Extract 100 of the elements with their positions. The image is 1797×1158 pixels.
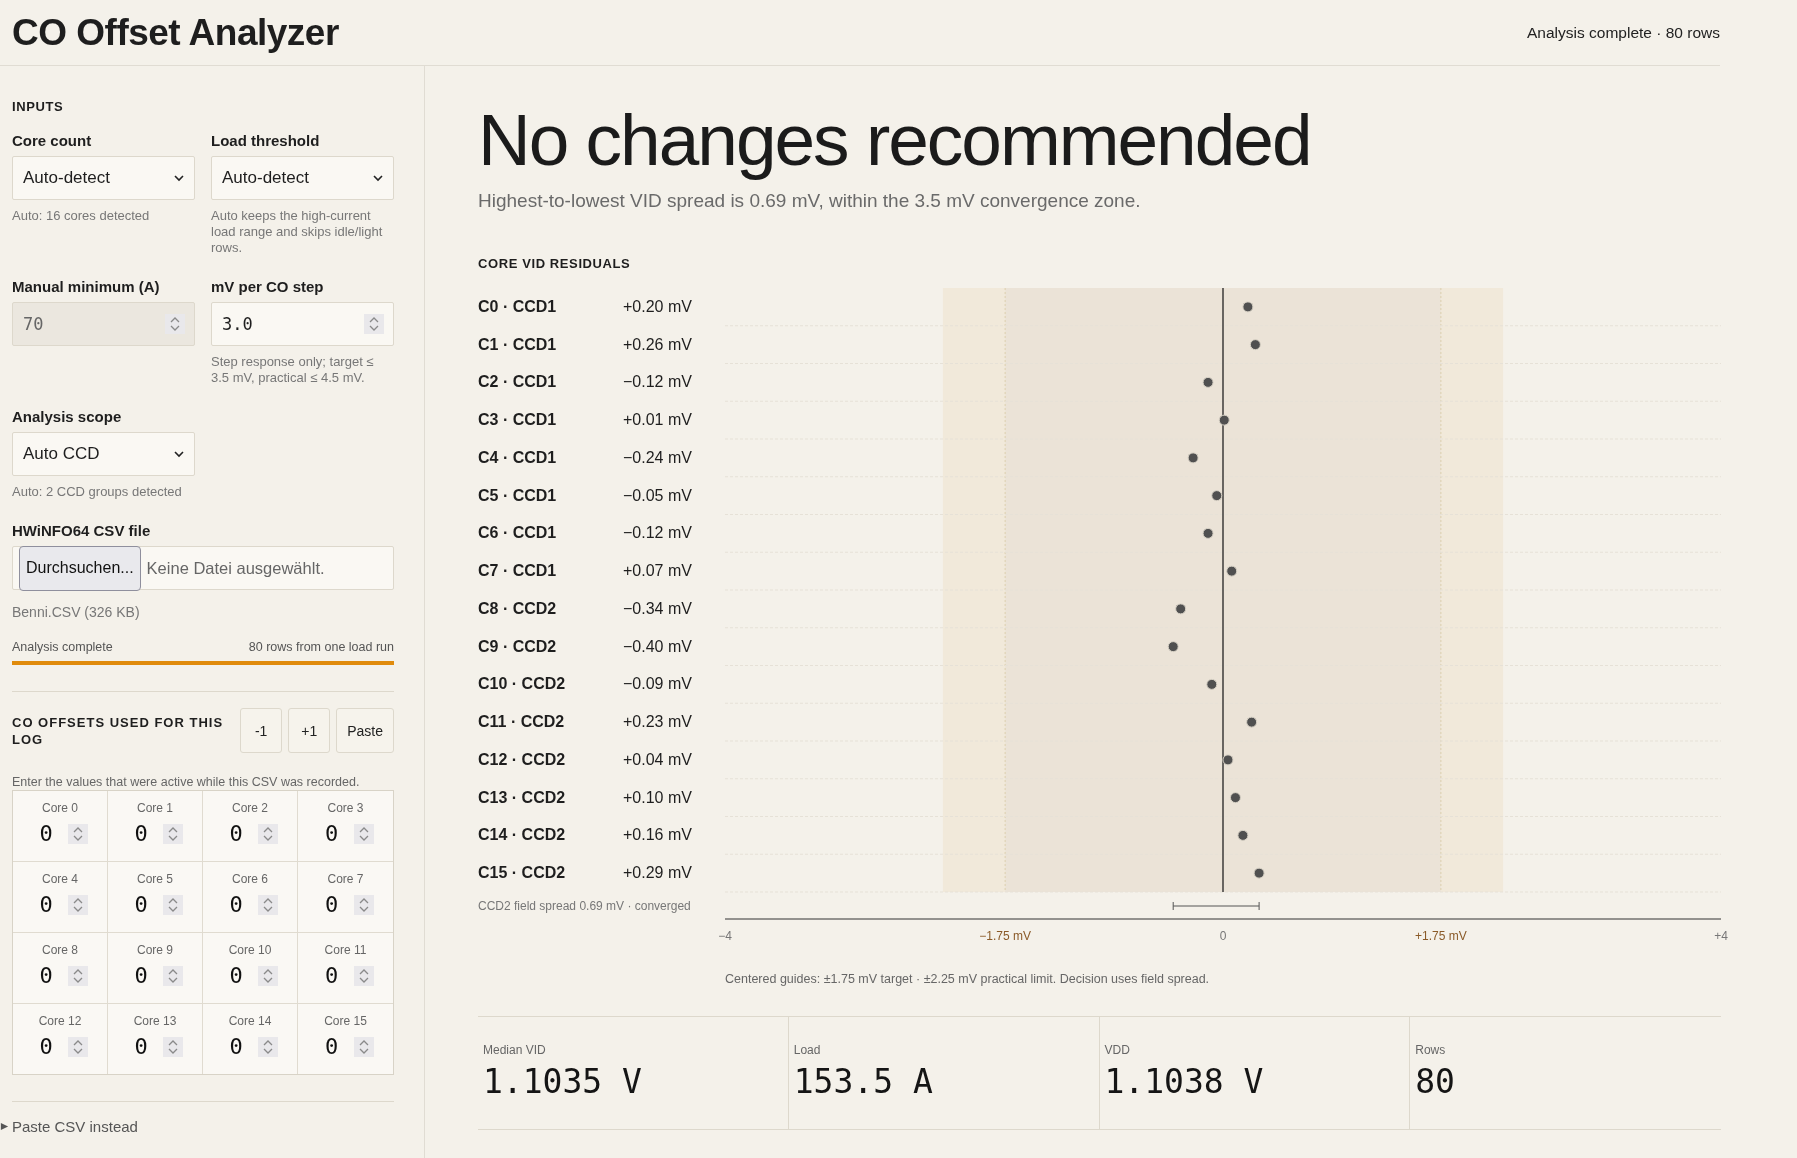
spinner-icon[interactable] [163, 965, 183, 986]
data-point [1167, 641, 1179, 653]
core-offset-field[interactable]: 0 [222, 892, 250, 917]
core-label: Core 3 [327, 801, 364, 815]
dropdown[interactable]: Auto CCD [12, 432, 195, 476]
section-heading: INPUTS [12, 99, 65, 114]
tick-label: −4 [718, 929, 732, 943]
chevron-icon [174, 174, 184, 182]
dropdown[interactable]: Auto-detect [211, 156, 394, 200]
core-label: Core 2 [232, 801, 268, 815]
file-info: Benni.CSV (326 KB) [12, 604, 141, 620]
chevron-icon [174, 450, 184, 458]
core-offset-field[interactable]: 0 [32, 821, 60, 846]
offset-button[interactable]: Paste [336, 708, 394, 753]
data-point [1206, 678, 1218, 690]
number-field[interactable]: 3.0 [211, 302, 394, 346]
core-offset-field[interactable]: 0 [32, 892, 60, 917]
core-name: C15 · CCD2 [478, 864, 567, 883]
stat-value: 153.5 A [793, 1062, 934, 1101]
core-offset-field[interactable]: 0 [222, 963, 250, 988]
core-offset-field[interactable]: 0 [317, 1034, 346, 1059]
spinner-icon[interactable] [258, 894, 278, 915]
spinner-icon[interactable] [163, 1036, 183, 1057]
spinner-icon[interactable] [364, 314, 384, 334]
spinner-icon[interactable] [353, 1036, 374, 1057]
tick-label: +4 [1714, 929, 1728, 943]
residual-value: −0.40 mV [623, 637, 692, 656]
core-offset-field[interactable]: 0 [127, 963, 155, 988]
core-name: C0 · CCD1 [478, 297, 558, 316]
core-label: Core 5 [137, 872, 173, 886]
data-point [1211, 490, 1223, 502]
spinner-icon[interactable] [163, 894, 183, 915]
spinner-icon[interactable] [353, 894, 374, 915]
data-point [1187, 452, 1199, 464]
offset-button[interactable]: -1 [240, 708, 283, 753]
spinner-icon[interactable] [68, 1036, 88, 1057]
core-offset-field[interactable]: 0 [32, 1034, 60, 1059]
stat-value: 1.1038 V [1104, 1062, 1265, 1101]
hint-text: Auto keeps the high-current load range and skips idle/light rows. [211, 208, 384, 256]
spinner-icon[interactable] [258, 823, 278, 844]
data-point [1242, 301, 1254, 313]
spinner-icon[interactable] [68, 894, 88, 915]
core-offset-field[interactable]: 0 [127, 821, 155, 846]
stat-label: Median VID [483, 1043, 547, 1057]
residual-value: −0.09 mV [623, 675, 692, 694]
residual-value: +0.10 mV [623, 788, 692, 807]
spinner-icon[interactable] [163, 823, 183, 844]
residual-value: −0.12 mV [623, 373, 692, 392]
spinner-icon[interactable] [258, 1036, 278, 1057]
core-label: Core 14 [228, 1014, 272, 1028]
hint-text: Auto: 2 CCD groups detected [12, 484, 183, 500]
core-name: C8 · CCD2 [478, 599, 558, 618]
core-name: C6 · CCD1 [478, 524, 558, 543]
core-offset-field[interactable]: 0 [317, 892, 346, 917]
residual-value: +0.23 mV [623, 713, 692, 732]
core-label: Core 6 [232, 872, 268, 886]
spinner-icon[interactable] [353, 823, 374, 844]
core-name: C4 · CCD1 [478, 448, 558, 467]
core-label: Core 0 [42, 801, 78, 815]
core-offset-field[interactable]: 0 [317, 963, 346, 988]
spinner-icon[interactable] [258, 965, 278, 986]
core-name: C11 · CCD2 [478, 713, 566, 732]
stat-value: 1.1035 V [483, 1062, 643, 1101]
residual-value: +0.16 mV [623, 826, 692, 845]
residual-value: −0.34 mV [623, 599, 692, 618]
spinner-icon[interactable] [353, 965, 374, 986]
core-offset-field[interactable]: 0 [32, 963, 60, 988]
disclosure-row[interactable]: Paste CSV instead [0, 1118, 394, 1135]
residual-value: +0.04 mV [623, 750, 692, 769]
summary-text: Highest-to-lowest VID spread is 0.69 mV, within the 3.5 mV convergence zone. [478, 190, 1142, 212]
data-point [1218, 414, 1230, 426]
hint-text: Auto: 16 cores detected [12, 208, 151, 224]
core-offset-field[interactable]: 0 [317, 821, 346, 846]
core-label: Core 11 [324, 943, 367, 957]
core-offset-field[interactable]: 0 [127, 892, 155, 917]
offset-button[interactable]: +1 [288, 708, 331, 753]
residual-value: +0.26 mV [623, 335, 692, 354]
field-label: HWiNFO64 CSV file [12, 522, 152, 539]
chevron-icon [373, 174, 383, 182]
hint-text: Step response only; target ≤ 3.5 mV, practical ≤ 4.5 mV. [211, 354, 375, 386]
core-label: Core 10 [228, 943, 272, 957]
residual-value: −0.12 mV [623, 524, 692, 543]
data-point [1202, 376, 1214, 388]
stat-label: Load [793, 1043, 822, 1057]
spinner-icon[interactable] [68, 965, 88, 986]
core-offset-field[interactable]: 0 [127, 1034, 155, 1059]
stat-value: 80 [1415, 1062, 1456, 1101]
browse-button[interactable]: Durchsuchen... [19, 545, 141, 591]
core-name: C3 · CCD1 [478, 411, 558, 430]
dropdown[interactable]: Auto-detect [12, 156, 195, 200]
field-label: Analysis scope [12, 408, 123, 425]
spinner-icon[interactable] [68, 823, 88, 844]
core-name: C14 · CCD2 [478, 826, 567, 845]
core-offset-field[interactable]: 0 [222, 821, 250, 846]
core-label: Core 4 [42, 872, 78, 886]
progress-detail: 80 rows from one load run [248, 640, 394, 654]
spinner-icon[interactable] [165, 314, 185, 334]
core-name: C13 · CCD2 [478, 788, 567, 807]
core-name: C7 · CCD1 [478, 562, 558, 581]
core-offset-field[interactable]: 0 [222, 1034, 250, 1059]
